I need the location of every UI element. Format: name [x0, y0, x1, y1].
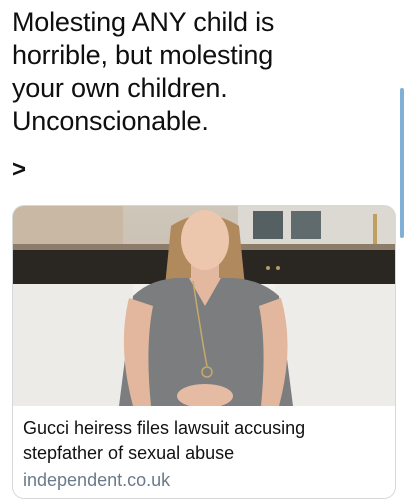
link-preview-card[interactable]: Gucci heiress files lawsuit accusing ste… [12, 205, 396, 499]
video-thumbnail-icon [13, 206, 395, 406]
scrollbar[interactable] [400, 88, 404, 238]
tweet-screen: Molesting ANY child is horrible, but mol… [0, 0, 406, 500]
tweet-body-text: Molesting ANY child is horrible, but mol… [12, 7, 275, 136]
link-preview-image [13, 206, 395, 406]
link-preview-title[interactable]: Gucci heiress files lawsuit accusing ste… [23, 416, 385, 466]
show-more-arrow[interactable]: > [12, 156, 26, 184]
link-preview-domain[interactable]: independent.co.uk [23, 469, 170, 491]
